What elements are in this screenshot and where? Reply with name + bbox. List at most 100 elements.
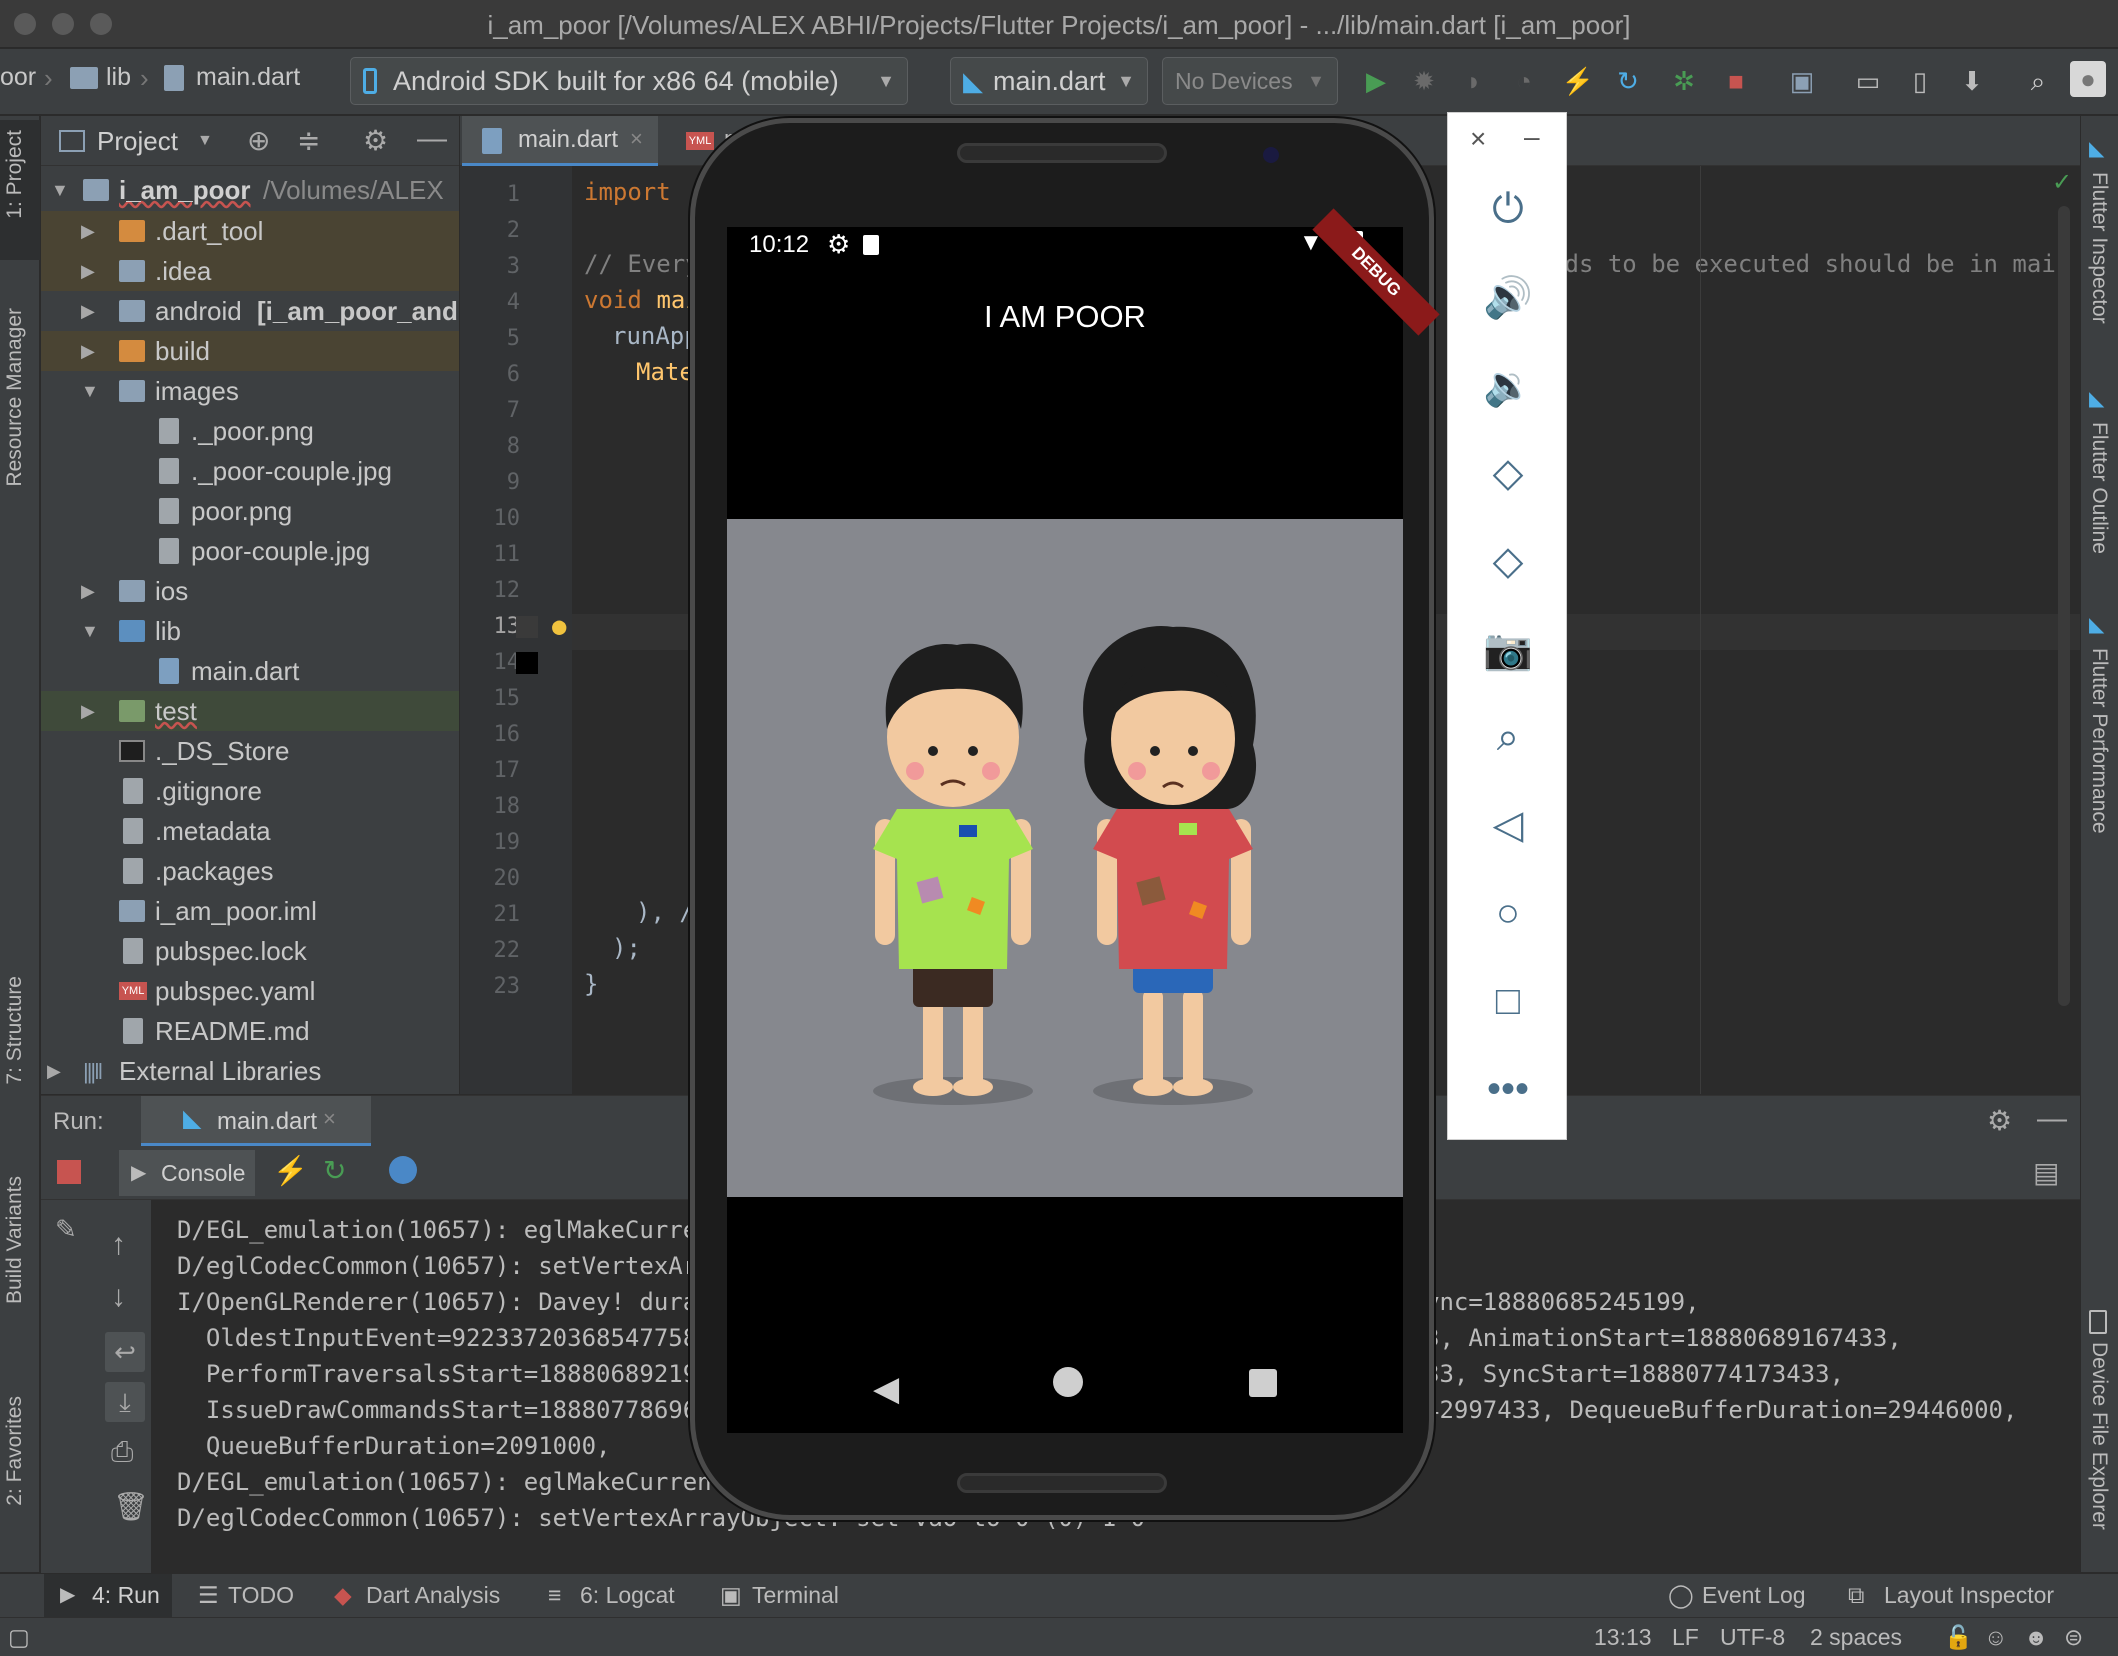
profile-icon[interactable]: ◔ <box>1506 63 1542 99</box>
tree-root[interactable]: ▼ i_am_poor /Volumes/ALEX <box>41 170 459 210</box>
tool-tab-project[interactable]: 1: Project <box>3 130 27 219</box>
camera-icon[interactable]: 📷 <box>1473 619 1543 679</box>
line-separator[interactable]: LF <box>1672 1624 1699 1651</box>
pin-icon[interactable]: ✎ <box>55 1214 77 1245</box>
print-icon[interactable]: ⎙ <box>111 1436 133 1469</box>
minimize-panel-icon[interactable]: — <box>417 122 447 156</box>
tree-item[interactable]: poor-couple.jpg <box>41 531 459 571</box>
device-manager-icon[interactable]: ▯ <box>1902 63 1938 99</box>
volume-down-icon[interactable]: 🔉 <box>1473 355 1543 415</box>
attach-debugger-icon[interactable]: ✲ <box>1666 63 1702 99</box>
gear-icon[interactable]: ⚙ <box>1987 1104 2012 1137</box>
inspection-ok-icon[interactable]: ✓ <box>2052 168 2072 197</box>
power-icon[interactable]: ⏻ <box>1473 179 1543 239</box>
nav-home-icon[interactable] <box>1053 1367 1083 1397</box>
tool-tab-run[interactable]: 4: Run <box>92 1582 160 1609</box>
down-arrow-icon[interactable]: ↓ <box>111 1280 126 1314</box>
tool-tab-structure[interactable]: 7: Structure <box>3 976 27 1085</box>
tool-tab-flutter-inspector[interactable]: Flutter Inspector <box>2087 172 2111 324</box>
tree-item[interactable]: ▼ lib <box>41 611 459 651</box>
sdk-manager-icon[interactable]: ⬇ <box>1954 63 1990 99</box>
tree-item[interactable]: .packages <box>41 851 459 891</box>
tree-item[interactable]: YML pubspec.yaml <box>41 971 459 1011</box>
scroll-to-end-icon[interactable]: ⤓ <box>105 1382 145 1422</box>
tree-item[interactable]: ▶ android [i_am_poor_and <box>41 291 459 331</box>
close-tab-icon[interactable]: × <box>323 1106 336 1132</box>
debug-icon[interactable]: ✹ <box>1406 63 1442 99</box>
run-config-selector[interactable]: ◣ main.dart ▼ <box>950 57 1148 105</box>
breadcrumb-main-dart[interactable]: main.dart <box>196 63 300 92</box>
minimize-emulator-icon[interactable]: – <box>1524 121 1540 153</box>
more-icon[interactable]: ••• <box>1473 1059 1543 1119</box>
tree-item[interactable]: ▶ .idea <box>41 251 459 291</box>
chevron-down-icon[interactable]: ▼ <box>197 132 213 150</box>
tool-tab-logcat[interactable]: 6: Logcat <box>580 1582 675 1609</box>
soft-wrap-icon[interactable]: ↩ <box>105 1332 145 1372</box>
console-tab[interactable]: ▶ Console <box>119 1150 255 1196</box>
tree-item[interactable]: ._DS_Store <box>41 731 459 771</box>
nav-recents-icon[interactable] <box>1249 1369 1277 1397</box>
tree-item[interactable]: poor.png <box>41 491 459 531</box>
lock-icon[interactable]: 🔓 <box>1944 1624 1973 1651</box>
run-tab-main-dart[interactable]: ◣ main.dart × <box>141 1096 371 1146</box>
dart-devtools-icon[interactable] <box>389 1156 417 1184</box>
device-selector[interactable]: Android SDK built for x86 64 (mobile) ▼ <box>350 57 908 105</box>
tree-item[interactable]: ▼ images <box>41 371 459 411</box>
stop-icon[interactable] <box>57 1160 81 1184</box>
home-icon[interactable]: ○ <box>1473 883 1543 943</box>
breadcrumb-project[interactable]: oor <box>0 63 36 92</box>
trash-icon[interactable]: 🗑 <box>113 1490 149 1523</box>
hot-reload-icon[interactable]: ⚡ <box>273 1154 308 1187</box>
rotate-left-icon[interactable]: ◇ <box>1473 443 1543 503</box>
notifications-icon[interactable]: ⊜ <box>2064 1624 2083 1651</box>
indent-setting[interactable]: 2 spaces <box>1810 1624 1902 1651</box>
minimize-panel-icon[interactable]: — <box>2037 1102 2067 1136</box>
tool-tab-build-variants[interactable]: Build Variants <box>3 1176 27 1304</box>
tree-item[interactable]: pubspec.lock <box>41 931 459 971</box>
tree-item[interactable]: ▶ |||‖ External Libraries <box>41 1051 459 1091</box>
toggle-tool-windows-icon[interactable]: ▢ <box>8 1624 30 1651</box>
user-icon[interactable]: ● <box>2070 61 2106 97</box>
search-icon[interactable]: ⌕ <box>2020 63 2056 99</box>
tool-tab-flutter-outline[interactable]: Flutter Outline <box>2087 422 2111 554</box>
editor-scrollbar[interactable] <box>2058 206 2070 1006</box>
tree-item[interactable]: ._poor.png <box>41 411 459 451</box>
smiley-icon[interactable]: ☺ <box>1984 1624 2007 1651</box>
tool-tab-favorites[interactable]: 2: Favorites <box>3 1396 27 1506</box>
tool-tab-flutter-performance[interactable]: Flutter Performance <box>2087 648 2111 834</box>
caret-position[interactable]: 13:13 <box>1594 1624 1652 1651</box>
tool-tab-event-log[interactable]: Event Log <box>1702 1582 1806 1609</box>
project-view-selector[interactable]: Project <box>97 126 178 157</box>
gear-icon[interactable]: ⚙ <box>363 124 388 157</box>
tree-item[interactable]: ▶ test <box>41 691 459 731</box>
stop-icon[interactable]: ■ <box>1718 63 1754 99</box>
tool-tab-terminal[interactable]: Terminal <box>752 1582 839 1609</box>
overview-icon[interactable]: □ <box>1473 971 1543 1031</box>
breadcrumb-lib[interactable]: lib <box>106 63 131 92</box>
tool-tab-dart-analysis[interactable]: Dart Analysis <box>366 1582 500 1609</box>
tool-tab-device-file-explorer[interactable]: Device File Explorer <box>2087 1342 2111 1530</box>
tree-item[interactable]: .metadata <box>41 811 459 851</box>
inspector-icon[interactable]: ☻ <box>2024 1624 2048 1651</box>
tree-item[interactable]: main.dart <box>41 651 459 691</box>
tree-item[interactable]: README.md <box>41 1011 459 1051</box>
coverage-icon[interactable]: ◗ <box>1456 63 1492 99</box>
locate-icon[interactable]: ⊕ <box>247 124 270 157</box>
tree-item[interactable]: ▶ ios <box>41 571 459 611</box>
tree-item[interactable]: ▶ build <box>41 331 459 371</box>
editor-tab-main-dart[interactable]: main.dart × <box>462 116 658 166</box>
hot-restart-icon[interactable]: ↻ <box>1610 63 1646 99</box>
rotate-right-icon[interactable]: ◇ <box>1473 531 1543 591</box>
tool-tab-layout-inspector[interactable]: Layout Inspector <box>1884 1582 2054 1609</box>
tree-item[interactable]: i_am_poor.iml <box>41 891 459 931</box>
up-arrow-icon[interactable]: ↑ <box>111 1228 126 1262</box>
volume-up-icon[interactable]: 🔊 <box>1473 267 1543 327</box>
layout-icon[interactable]: ▤ <box>2033 1156 2059 1189</box>
close-emulator-icon[interactable]: × <box>1470 123 1486 155</box>
file-encoding[interactable]: UTF-8 <box>1720 1624 1785 1651</box>
tree-item[interactable]: .gitignore <box>41 771 459 811</box>
close-tab-icon[interactable]: × <box>630 126 643 152</box>
run-icon[interactable]: ▶ <box>1358 63 1394 99</box>
avd-manager-icon[interactable]: ▭ <box>1850 63 1886 99</box>
emulator-screen[interactable]: 10:12 ⚙ ▼ DEBUG I AM POOR ◀ <box>727 208 1440 1433</box>
